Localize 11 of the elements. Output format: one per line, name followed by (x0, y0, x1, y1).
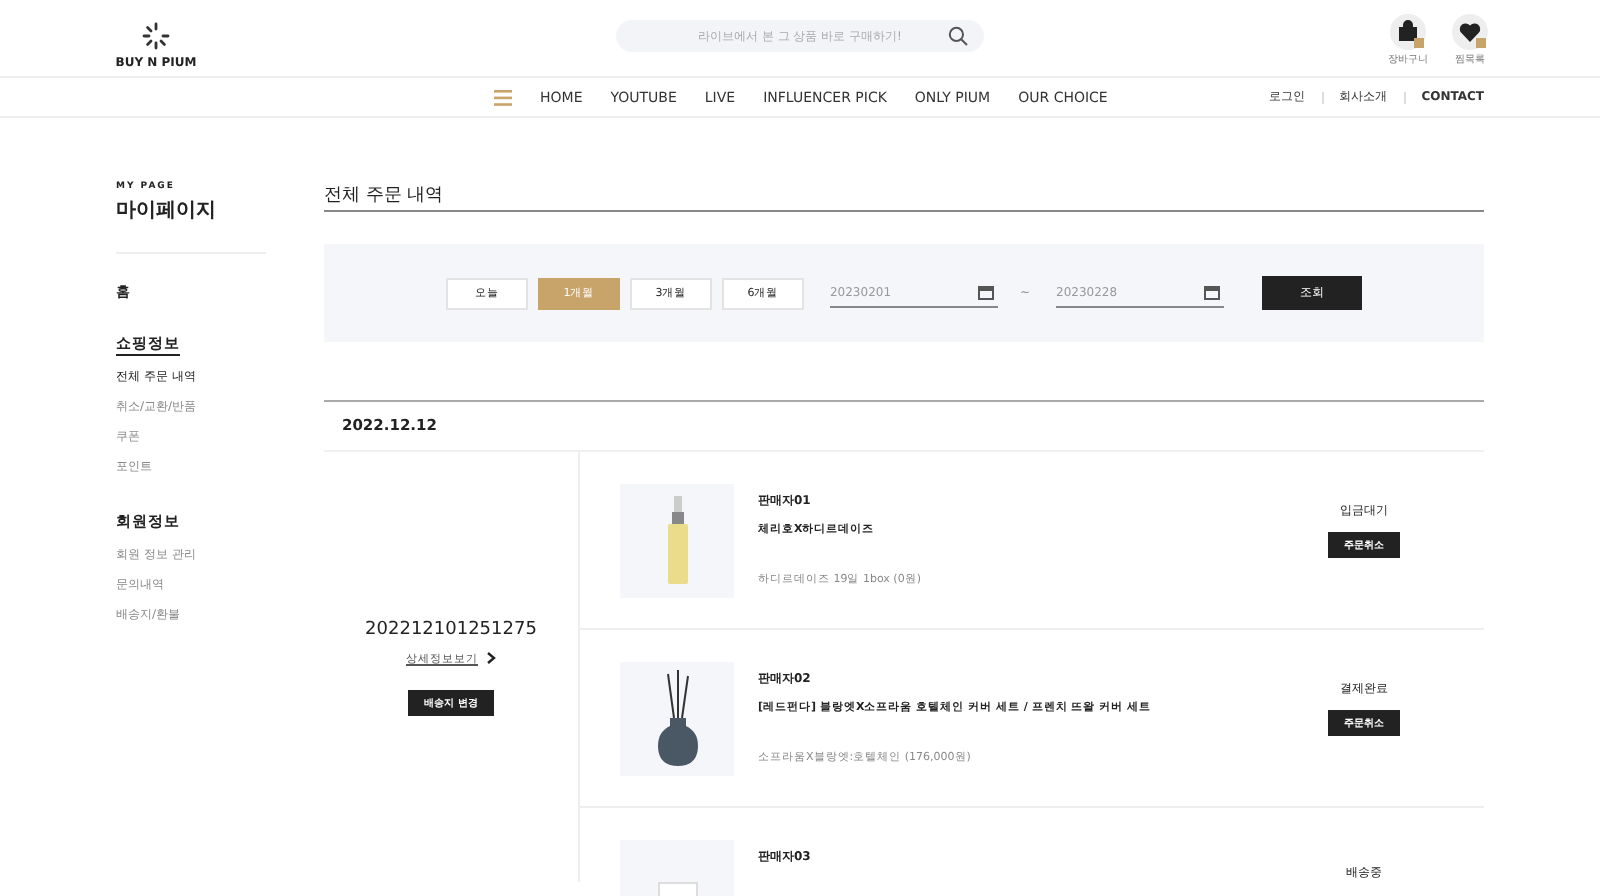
search-icon[interactable] (948, 26, 968, 46)
diffuser-icon (655, 670, 699, 766)
calendar-icon[interactable] (1204, 285, 1221, 299)
logo-icon (142, 22, 170, 50)
page-title: 전체 주문 내역 (324, 184, 446, 210)
order-number: 202212101251275 (365, 619, 537, 639)
bottle-icon (665, 496, 689, 584)
sidebar-title: 마이페이지 (116, 198, 218, 224)
chevron-right-icon[interactable] (486, 652, 496, 664)
bag-icon[interactable] (1390, 14, 1426, 50)
calendar-icon[interactable] (977, 285, 994, 299)
